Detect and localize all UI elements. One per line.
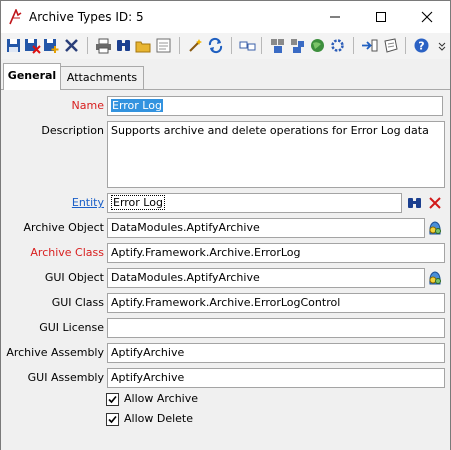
help-icon[interactable]: ?: [413, 37, 430, 54]
delete-icon[interactable]: [63, 37, 80, 54]
gui-class-label: GUI Class: [51, 296, 104, 309]
toolbar-separator: [353, 37, 354, 54]
description-field[interactable]: Supports archive and delete operations f…: [107, 121, 445, 188]
web-icon[interactable]: [309, 37, 326, 54]
paste-icon[interactable]: [289, 37, 306, 54]
object-browser-icon: [428, 270, 441, 284]
entity-find-button[interactable]: [405, 193, 424, 212]
find-icon[interactable]: [115, 37, 132, 54]
toolbar-separator: [261, 37, 262, 54]
allow-archive-checkbox[interactable]: [106, 393, 119, 406]
gui-object-browse-button[interactable]: [425, 268, 444, 287]
entity-clear-button[interactable]: [425, 193, 444, 212]
toolbar-separator: [179, 37, 180, 54]
archive-assembly-field[interactable]: AptifyArchive: [107, 343, 445, 363]
refresh-icon[interactable]: [207, 37, 224, 54]
save-icon[interactable]: [5, 37, 22, 54]
gui-assembly-field[interactable]: AptifyArchive: [107, 368, 445, 388]
tab-general[interactable]: General: [3, 63, 61, 90]
open-folder-icon[interactable]: [135, 37, 152, 54]
close-button[interactable]: [404, 1, 450, 33]
description-label: Description: [41, 124, 104, 137]
notes-icon[interactable]: [382, 37, 399, 54]
wizard-icon[interactable]: [187, 37, 204, 54]
archive-object-field[interactable]: DataModules.AptifyArchive: [107, 218, 425, 238]
maximize-button[interactable]: [358, 1, 404, 33]
checkmark-icon: [108, 415, 117, 424]
gui-object-field[interactable]: DataModules.AptifyArchive: [107, 268, 425, 288]
general-panel: Name Error Log Description Supports arch…: [1, 89, 450, 450]
save-new-icon[interactable]: [43, 37, 60, 54]
print-icon[interactable]: [95, 37, 112, 54]
allow-delete-checkbox[interactable]: [106, 413, 119, 426]
gui-assembly-label: GUI Assembly: [27, 371, 104, 384]
archive-types-window: Archive Types ID: 5 ? General Attachment…: [0, 0, 451, 450]
toolbar-separator: [231, 37, 232, 54]
close-icon: [421, 11, 433, 23]
allow-delete-label[interactable]: Allow Delete: [124, 412, 193, 426]
toolbar-overflow-icon[interactable]: [437, 37, 447, 54]
name-field[interactable]: Error Log: [107, 96, 443, 116]
allow-archive-label[interactable]: Allow Archive: [124, 392, 198, 406]
title-bar: Archive Types ID: 5: [1, 1, 450, 33]
toolbar-separator: [87, 37, 88, 54]
name-value: Error Log: [111, 99, 163, 112]
entity-field[interactable]: Error Log: [107, 193, 402, 213]
object-browser-icon: [428, 220, 441, 234]
toolbar: ?: [1, 33, 450, 60]
minimize-button[interactable]: [312, 1, 358, 33]
app-logo-icon: [9, 9, 22, 25]
gui-license-label: GUI License: [39, 321, 104, 334]
tab-attachments[interactable]: Attachments: [60, 66, 144, 89]
settings-icon[interactable]: [329, 37, 346, 54]
window-title: Archive Types ID: 5: [29, 10, 144, 24]
clear-icon: [428, 196, 441, 209]
archive-object-label: Archive Object: [23, 221, 104, 234]
entity-value: Error Log: [111, 195, 165, 210]
archive-object-browse-button[interactable]: [425, 218, 444, 237]
view-icon[interactable]: [155, 37, 172, 54]
import-icon[interactable]: [361, 37, 378, 54]
archive-class-field[interactable]: Aptify.Framework.Archive.ErrorLog: [107, 243, 445, 263]
checkmark-icon: [108, 395, 117, 404]
archive-assembly-label: Archive Assembly: [6, 346, 104, 359]
minimize-icon: [330, 16, 340, 18]
entity-link[interactable]: Entity: [72, 194, 104, 212]
copy-icon[interactable]: [269, 37, 286, 54]
gui-license-field[interactable]: [107, 318, 445, 338]
name-label: Name: [71, 99, 104, 112]
gui-object-label: GUI Object: [44, 271, 104, 284]
find-icon: [408, 198, 421, 208]
svg-text:?: ?: [418, 40, 424, 53]
link-icon[interactable]: [239, 37, 256, 54]
toolbar-separator: [405, 37, 406, 54]
save-close-icon[interactable]: [24, 37, 41, 54]
archive-class-label: Archive Class: [30, 246, 104, 259]
gui-class-field[interactable]: Aptify.Framework.Archive.ErrorLogControl: [107, 293, 445, 313]
tab-strip: General Attachments: [1, 59, 450, 90]
maximize-icon: [376, 12, 386, 22]
